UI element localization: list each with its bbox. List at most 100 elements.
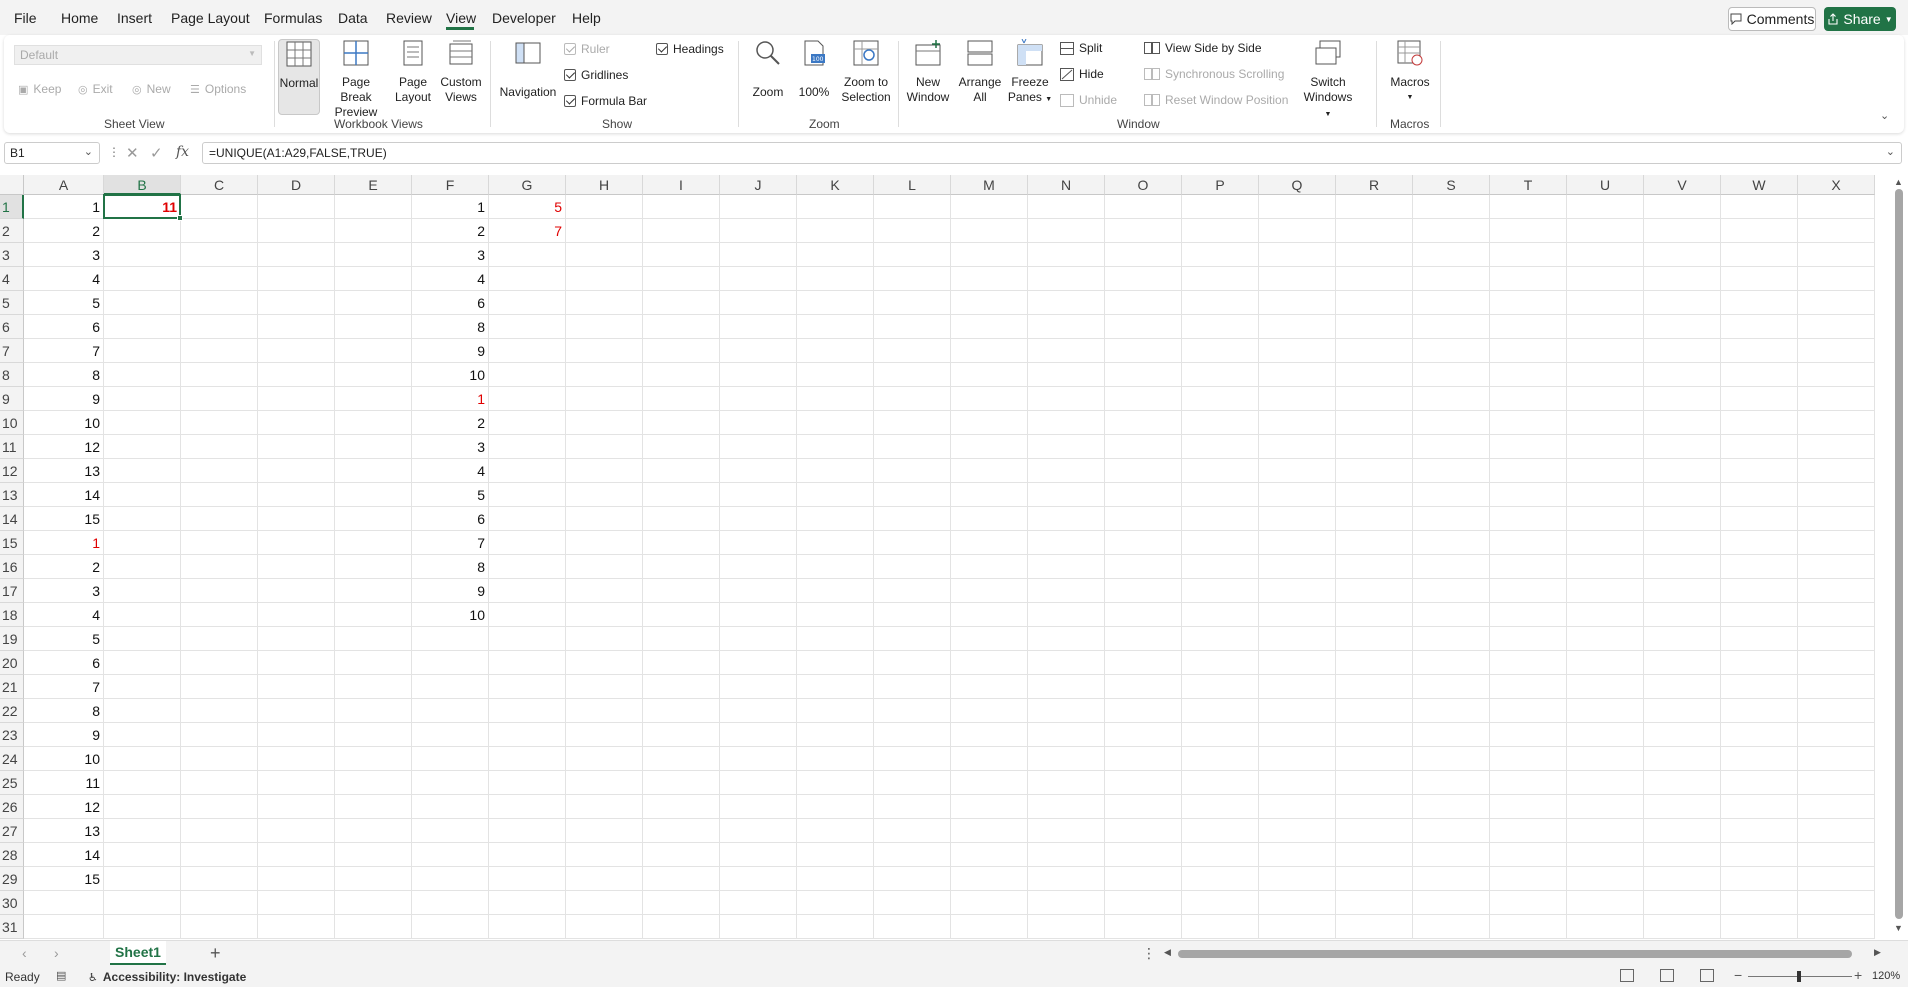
column-header-l[interactable]: L bbox=[874, 175, 951, 195]
scroll-right-icon[interactable]: ▶ bbox=[1874, 947, 1881, 958]
cancel-icon[interactable]: ✕ bbox=[126, 144, 139, 162]
navigation-button[interactable]: Navigation bbox=[496, 39, 560, 100]
sheet-view-select[interactable]: Default ▼ bbox=[14, 45, 262, 65]
fill-handle[interactable] bbox=[177, 215, 183, 221]
accessibility-status[interactable]: ♿ Accessibility: Investigate bbox=[88, 970, 246, 984]
scroll-down-icon[interactable]: ▼ bbox=[1894, 923, 1903, 933]
row-header-1[interactable]: 1 bbox=[0, 195, 24, 219]
cell-f18[interactable]: 10 bbox=[412, 603, 489, 627]
cell-a12[interactable]: 13 bbox=[24, 459, 104, 483]
column-header-t[interactable]: T bbox=[1490, 175, 1567, 195]
zoom-out-icon[interactable]: − bbox=[1734, 967, 1742, 983]
zoom-slider-handle[interactable] bbox=[1797, 971, 1801, 982]
cell-f10[interactable]: 2 bbox=[412, 411, 489, 435]
row-header-4[interactable]: 4 bbox=[0, 267, 24, 291]
enter-icon[interactable]: ✓ bbox=[150, 144, 163, 162]
column-header-k[interactable]: K bbox=[797, 175, 874, 195]
expand-formula-icon[interactable]: ⌄ bbox=[1886, 145, 1895, 158]
cell-a2[interactable]: 2 bbox=[24, 219, 104, 243]
row-header-12[interactable]: 12 bbox=[0, 459, 24, 483]
vertical-scrollbar[interactable]: ▲ ▼ bbox=[1890, 175, 1908, 940]
horizontal-scroll-thumb[interactable] bbox=[1178, 950, 1852, 958]
prev-sheet-icon[interactable]: ‹ bbox=[22, 945, 27, 961]
comments-button[interactable]: Comments bbox=[1728, 7, 1816, 31]
row-header-28[interactable]: 28 bbox=[0, 843, 24, 867]
ruler-checkbox[interactable]: Ruler bbox=[564, 42, 610, 56]
next-sheet-icon[interactable]: › bbox=[54, 945, 59, 961]
cell-a6[interactable]: 6 bbox=[24, 315, 104, 339]
column-header-h[interactable]: H bbox=[566, 175, 643, 195]
menu-data[interactable]: Data bbox=[338, 10, 368, 26]
cell-a20[interactable]: 6 bbox=[24, 651, 104, 675]
column-header-v[interactable]: V bbox=[1644, 175, 1721, 195]
cell-f14[interactable]: 6 bbox=[412, 507, 489, 531]
column-header-m[interactable]: M bbox=[951, 175, 1028, 195]
row-header-17[interactable]: 17 bbox=[0, 579, 24, 603]
zoom-button[interactable]: Zoom bbox=[748, 39, 788, 100]
menu-help[interactable]: Help bbox=[572, 10, 601, 26]
row-header-31[interactable]: 31 bbox=[0, 915, 24, 939]
cell-a19[interactable]: 5 bbox=[24, 627, 104, 651]
macros-button[interactable]: Macros ▼ bbox=[1384, 39, 1436, 105]
insert-function-icon[interactable]: fx bbox=[176, 144, 189, 160]
column-header-n[interactable]: N bbox=[1028, 175, 1105, 195]
share-button[interactable]: Share ▼ bbox=[1824, 7, 1896, 31]
column-header-r[interactable]: R bbox=[1336, 175, 1413, 195]
menu-formulas[interactable]: Formulas bbox=[264, 10, 322, 26]
column-header-j[interactable]: J bbox=[720, 175, 797, 195]
cell-a23[interactable]: 9 bbox=[24, 723, 104, 747]
new-window-button[interactable]: New Window bbox=[904, 39, 952, 105]
worksheet-grid[interactable]: A B C D E F G H I J K L M N O P Q R S T U V W X 1 2 3 4 5 6 7 8 9 10 11 12 1… bbox=[0, 175, 1890, 940]
reset-window-position-button[interactable]: Reset Window Position bbox=[1144, 93, 1288, 107]
freeze-panes-button[interactable]: Freeze Panes ▼ bbox=[1006, 38, 1054, 107]
cell-g1[interactable]: 5 bbox=[489, 195, 566, 219]
arrange-all-button[interactable]: Arrange All bbox=[956, 39, 1004, 105]
row-header-27[interactable]: 27 bbox=[0, 819, 24, 843]
cell-a16[interactable]: 2 bbox=[24, 555, 104, 579]
page-break-view-icon[interactable] bbox=[1700, 969, 1714, 982]
column-header-d[interactable]: D bbox=[258, 175, 335, 195]
cell-a21[interactable]: 7 bbox=[24, 675, 104, 699]
new-view-button[interactable]: ◎ New bbox=[132, 82, 171, 96]
page-layout-view-icon[interactable] bbox=[1660, 969, 1674, 982]
sheet-tab-sheet1[interactable]: Sheet1 bbox=[110, 941, 166, 965]
options-button[interactable]: ☰ Options bbox=[190, 82, 246, 96]
headings-checkbox[interactable]: Headings bbox=[656, 42, 724, 56]
cell-f6[interactable]: 8 bbox=[412, 315, 489, 339]
row-header-10[interactable]: 10 bbox=[0, 411, 24, 435]
zoom-100-button[interactable]: 100 100% bbox=[794, 39, 834, 100]
column-header-p[interactable]: P bbox=[1182, 175, 1259, 195]
page-layout-button[interactable]: Page Layout bbox=[390, 39, 436, 105]
menu-review[interactable]: Review bbox=[386, 10, 432, 26]
cell-a5[interactable]: 5 bbox=[24, 291, 104, 315]
menu-page-layout[interactable]: Page Layout bbox=[171, 10, 250, 26]
column-header-f[interactable]: F bbox=[412, 175, 489, 195]
switch-windows-button[interactable]: Switch Windows ▼ bbox=[1300, 39, 1356, 122]
scroll-up-icon[interactable]: ▲ bbox=[1894, 177, 1903, 187]
collapse-ribbon-icon[interactable]: ⌄ bbox=[1880, 109, 1889, 122]
gridlines-checkbox[interactable]: Gridlines bbox=[564, 68, 628, 82]
cell-a25[interactable]: 11 bbox=[24, 771, 104, 795]
horizontal-scrollbar[interactable]: ◀ ▶ bbox=[1162, 947, 1886, 961]
cell-a1[interactable]: 1 bbox=[24, 195, 104, 219]
normal-view-icon[interactable] bbox=[1620, 969, 1634, 982]
row-header-19[interactable]: 19 bbox=[0, 627, 24, 651]
cell-a17[interactable]: 3 bbox=[24, 579, 104, 603]
cell-a9[interactable]: 9 bbox=[24, 387, 104, 411]
cell-a4[interactable]: 4 bbox=[24, 267, 104, 291]
row-header-8[interactable]: 8 bbox=[0, 363, 24, 387]
cell-f15[interactable]: 7 bbox=[412, 531, 489, 555]
zoom-to-selection-button[interactable]: Zoom to Selection bbox=[838, 39, 894, 105]
row-header-23[interactable]: 23 bbox=[0, 723, 24, 747]
row-header-14[interactable]: 14 bbox=[0, 507, 24, 531]
cell-f9[interactable]: 1 bbox=[412, 387, 489, 411]
cell-f4[interactable]: 4 bbox=[412, 267, 489, 291]
cell-f2[interactable]: 2 bbox=[412, 219, 489, 243]
column-header-s[interactable]: S bbox=[1413, 175, 1490, 195]
zoom-level[interactable]: 120% bbox=[1872, 970, 1900, 982]
cell-a22[interactable]: 8 bbox=[24, 699, 104, 723]
zoom-in-icon[interactable]: + bbox=[1854, 967, 1862, 983]
row-header-21[interactable]: 21 bbox=[0, 675, 24, 699]
row-header-16[interactable]: 16 bbox=[0, 555, 24, 579]
row-header-30[interactable]: 30 bbox=[0, 891, 24, 915]
